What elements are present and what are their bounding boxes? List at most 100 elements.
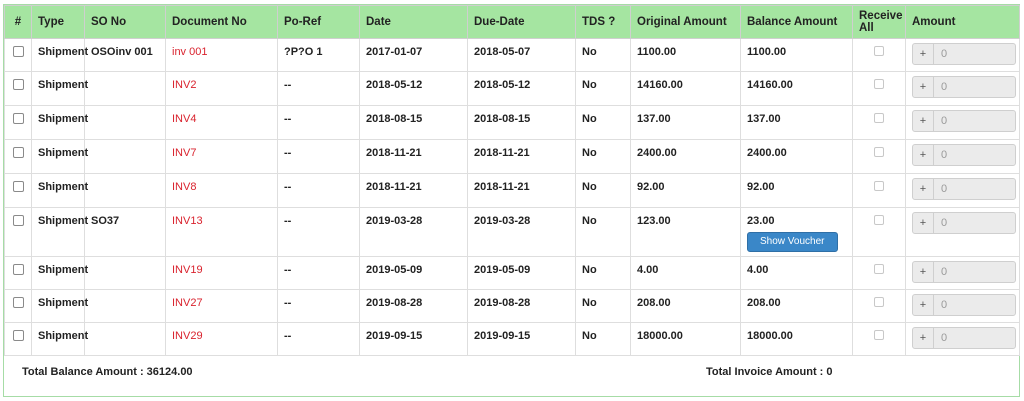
type-cell: Shipment	[31, 38, 88, 72]
receive-all-checkbox[interactable]	[874, 113, 884, 123]
receive-all-checkbox[interactable]	[874, 297, 884, 307]
col-header-original-amount: Original Amount	[630, 5, 741, 39]
row-select-cell	[4, 256, 32, 290]
due-date-cell: 2019-08-28	[467, 289, 576, 323]
table-row: Shipment INV27 -- 2019-08-28 2019-08-28 No 208…	[4, 289, 1020, 323]
row-select-checkbox[interactable]	[12, 181, 24, 192]
amount-input[interactable]: 0	[934, 213, 1015, 233]
receive-all-checkbox[interactable]	[874, 147, 884, 157]
receive-all-checkbox[interactable]	[874, 79, 884, 89]
so-no-cell: SO37	[84, 207, 166, 257]
due-date-cell: 2018-05-12	[467, 71, 576, 106]
document-no-cell: inv 001	[165, 38, 278, 72]
po-ref-cell: ?P?O 1	[277, 38, 360, 72]
balance-amount-value: 23.00	[747, 215, 775, 227]
plus-icon[interactable]: +	[913, 44, 934, 64]
row-select-checkbox[interactable]	[12, 297, 24, 308]
table-row: Shipment INV29 -- 2019-09-15 2019-09-15 No 180…	[4, 322, 1020, 356]
amount-cell: +0	[905, 207, 1020, 257]
document-no-link[interactable]: inv 001	[172, 46, 207, 58]
document-no-link[interactable]: INV13	[172, 215, 203, 227]
row-select-checkbox[interactable]	[12, 215, 24, 226]
amount-input[interactable]: 0	[934, 179, 1015, 199]
so-no-cell	[84, 256, 166, 290]
plus-icon[interactable]: +	[913, 179, 934, 199]
amount-input-group: +0	[912, 261, 1016, 283]
total-balance-amount: Total Balance Amount : 36124.00	[22, 366, 193, 378]
amount-input[interactable]: 0	[934, 295, 1015, 315]
table-header-row: # Type SO No Document No Po-Ref Date Due…	[4, 5, 1020, 39]
row-select-cell	[4, 139, 32, 174]
table-row: Shipment INV8 -- 2018-11-21 2018-11-21 No 92.0…	[4, 173, 1020, 208]
receive-all-checkbox[interactable]	[874, 330, 884, 340]
receive-all-cell	[852, 38, 906, 72]
due-date-cell: 2018-11-21	[467, 173, 576, 208]
row-select-checkbox[interactable]	[12, 113, 24, 124]
row-select-checkbox[interactable]	[12, 264, 24, 275]
plus-icon[interactable]: +	[913, 111, 934, 131]
type-cell: Shipment	[31, 71, 88, 106]
due-date-cell: 2018-05-07	[467, 38, 576, 72]
date-cell: 2017-01-07	[359, 38, 468, 72]
tds-cell: No	[575, 256, 631, 290]
so-no-cell	[84, 71, 166, 106]
plus-icon[interactable]: +	[913, 328, 934, 348]
balance-amount-cell: 2400.00	[740, 139, 853, 174]
table-row: Shipment OSOinv 001 inv 001 ?P?O 1 2017-01-0…	[4, 38, 1020, 72]
col-header-due-date: Due-Date	[467, 5, 576, 39]
amount-input[interactable]: 0	[934, 44, 1015, 64]
date-cell: 2018-08-15	[359, 105, 468, 140]
receive-all-checkbox[interactable]	[874, 46, 884, 56]
row-select-cell	[4, 38, 32, 72]
receive-all-cell	[852, 322, 906, 356]
document-no-link[interactable]: INV27	[172, 297, 203, 309]
amount-input-group: +0	[912, 76, 1016, 98]
so-no-cell	[84, 173, 166, 208]
plus-icon[interactable]: +	[913, 213, 934, 233]
amount-input[interactable]: 0	[934, 328, 1015, 348]
document-no-link[interactable]: INV7	[172, 147, 196, 159]
col-header-document-no: Document No	[165, 5, 278, 39]
balance-amount-cell: 4.00	[740, 256, 853, 290]
amount-input[interactable]: 0	[934, 145, 1015, 165]
document-no-link[interactable]: INV19	[172, 264, 203, 276]
type-cell: Shipment	[31, 256, 88, 290]
amount-cell: +0	[905, 322, 1020, 356]
amount-input[interactable]: 0	[934, 262, 1015, 282]
col-header-po-ref: Po-Ref	[277, 5, 360, 39]
amount-input-group: +0	[912, 144, 1016, 166]
amount-input-group: +0	[912, 43, 1016, 65]
document-no-link[interactable]: INV29	[172, 330, 203, 342]
receive-all-cell	[852, 256, 906, 290]
type-cell: Shipment	[31, 105, 88, 140]
document-no-link[interactable]: INV8	[172, 181, 196, 193]
plus-icon[interactable]: +	[913, 77, 934, 97]
amount-cell: +0	[905, 71, 1020, 106]
plus-icon[interactable]: +	[913, 262, 934, 282]
amount-input[interactable]: 0	[934, 111, 1015, 131]
col-header-balance-amount: Balance Amount	[740, 5, 853, 39]
original-amount-cell: 2400.00	[630, 139, 741, 174]
balance-amount-cell: 23.00 Show Voucher	[740, 207, 853, 257]
col-header-tds: TDS ?	[575, 5, 631, 39]
show-voucher-button[interactable]: Show Voucher	[747, 232, 838, 252]
amount-cell: +0	[905, 289, 1020, 323]
plus-icon[interactable]: +	[913, 295, 934, 315]
row-select-checkbox[interactable]	[12, 330, 24, 341]
row-select-checkbox[interactable]	[12, 46, 24, 57]
col-header-amount: Amount	[905, 5, 1020, 39]
date-cell: 2018-05-12	[359, 71, 468, 106]
receive-all-checkbox[interactable]	[874, 181, 884, 191]
tds-cell: No	[575, 322, 631, 356]
document-no-cell: INV7	[165, 139, 278, 174]
receive-all-checkbox[interactable]	[874, 215, 884, 225]
plus-icon[interactable]: +	[913, 145, 934, 165]
row-select-checkbox[interactable]	[12, 79, 24, 90]
type-cell: Shipment	[31, 322, 88, 356]
document-no-link[interactable]: INV2	[172, 79, 196, 91]
original-amount-cell: 92.00	[630, 173, 741, 208]
row-select-checkbox[interactable]	[12, 147, 24, 158]
receive-all-checkbox[interactable]	[874, 264, 884, 274]
amount-input[interactable]: 0	[934, 77, 1015, 97]
document-no-link[interactable]: INV4	[172, 113, 196, 125]
